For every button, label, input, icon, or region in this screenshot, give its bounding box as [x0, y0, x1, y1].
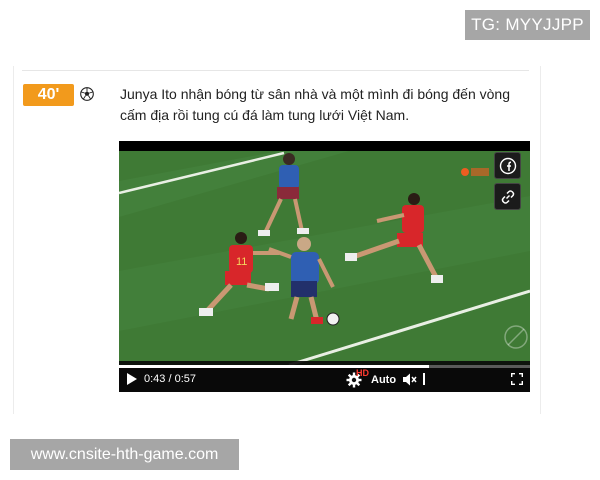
hd-badge: HD: [356, 368, 369, 378]
progress-bar-fill: [119, 365, 429, 368]
current-time: 0:43: [144, 373, 166, 385]
event-description: Junya Ito nhận bóng từ sân nhà và một mì…: [120, 86, 510, 123]
volume-slider[interactable]: [423, 373, 425, 385]
play-icon[interactable]: [126, 373, 138, 385]
minute-badge: 40': [23, 84, 74, 106]
volume-mute-icon[interactable]: [403, 373, 417, 386]
duration: 0:57: [174, 373, 197, 385]
watermark-bottom: www.cnsite-hth-game.com: [10, 439, 239, 470]
facebook-share-button[interactable]: [494, 152, 521, 179]
copy-link-button[interactable]: [494, 183, 521, 210]
time-display: 0:43 / 0:57: [144, 373, 197, 385]
watermark-top: TG: MYYJJPP: [465, 10, 590, 40]
svg-text:11: 11: [236, 256, 247, 268]
facebook-icon: [499, 157, 516, 174]
match-ball: [326, 312, 340, 326]
quality-label[interactable]: Auto: [371, 373, 396, 387]
fullscreen-icon[interactable]: [511, 373, 523, 385]
video-player[interactable]: 11 0:43 / 0:57 HD Auto: [119, 141, 530, 392]
soccer-ball-icon: [80, 87, 94, 101]
divider: [22, 70, 529, 71]
link-icon: [501, 189, 514, 204]
video-frame: 11: [119, 141, 530, 392]
